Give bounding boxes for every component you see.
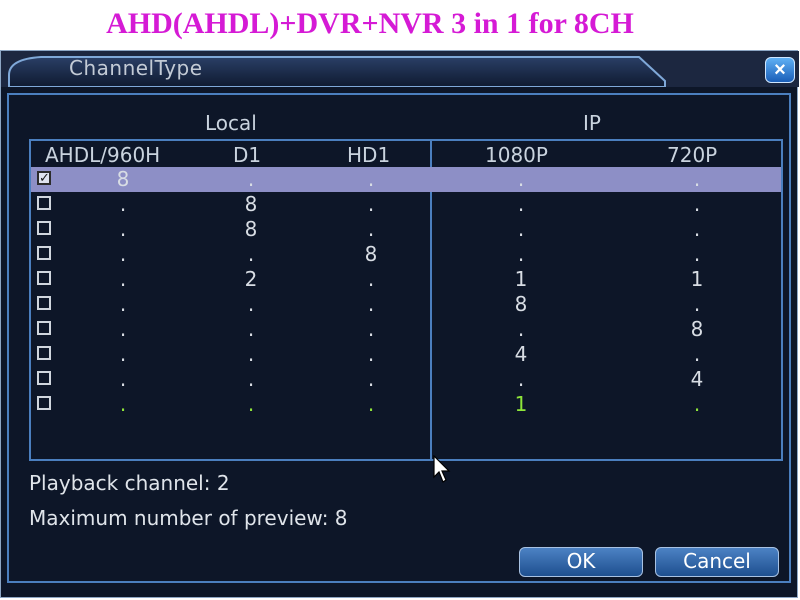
table-cell-1080p: 8 bbox=[514, 292, 528, 316]
table-row[interactable]: . 2. 1 1 bbox=[31, 267, 781, 292]
table-cell-hd1: . bbox=[367, 217, 375, 241]
table-cell-1080p: . bbox=[517, 167, 525, 191]
table-cell-1080p: 4 bbox=[514, 342, 528, 366]
table-cell-ahdl-960h: 8 bbox=[116, 167, 130, 191]
checkbox[interactable] bbox=[37, 396, 51, 410]
table-cell-1080p: 1 bbox=[514, 267, 528, 291]
column-header-hd1: HD1 bbox=[347, 143, 391, 167]
channel-type-dialog: ChannelType × Local IP AHDL/960H D1 HD1 … bbox=[0, 50, 799, 598]
table-cell-720p: . bbox=[693, 392, 701, 416]
promo-banner-title: AHD(AHDL)+DVR+NVR 3 in 1 for 8CH bbox=[0, 0, 770, 48]
checkbox[interactable] bbox=[37, 271, 51, 285]
table-cell-hd1: . bbox=[367, 392, 375, 416]
checkbox[interactable] bbox=[37, 321, 51, 335]
table-cell-1080p: . bbox=[517, 367, 525, 391]
table-cell-hd1: . bbox=[367, 292, 375, 316]
table-cell-d1: 8 bbox=[244, 217, 258, 241]
table-cell-1080p: . bbox=[517, 242, 525, 266]
table-cell-ahdl-960h: . bbox=[119, 317, 127, 341]
table-row[interactable]: .... 8 bbox=[31, 317, 781, 342]
table-cell-hd1: . bbox=[367, 317, 375, 341]
table-cell-ahdl-960h: . bbox=[119, 242, 127, 266]
table-cell-720p: . bbox=[693, 192, 701, 216]
table-cell-ahdl-960h: . bbox=[119, 267, 127, 291]
table-cell-d1: . bbox=[247, 367, 255, 391]
table-row[interactable]: ... 8. bbox=[31, 292, 781, 317]
table-row[interactable]: ... 4. bbox=[31, 342, 781, 367]
table-row[interactable]: .... 4 bbox=[31, 367, 781, 392]
table-cell-ahdl-960h: . bbox=[119, 192, 127, 216]
group-header-local: Local bbox=[205, 111, 257, 135]
table-cell-d1: 2 bbox=[244, 267, 258, 291]
ok-button[interactable]: OK bbox=[519, 547, 643, 577]
column-header-d1: D1 bbox=[233, 143, 262, 167]
checkbox[interactable] bbox=[37, 346, 51, 360]
table-cell-hd1: . bbox=[367, 367, 375, 391]
table-row[interactable]: ✓ 8.... bbox=[31, 167, 781, 192]
checkbox[interactable] bbox=[37, 296, 51, 310]
table-row[interactable]: ... 1. bbox=[31, 392, 781, 417]
table-cell-ahdl-960h: . bbox=[119, 392, 127, 416]
mouse-pointer-icon bbox=[433, 455, 451, 483]
table-cell-1080p: . bbox=[517, 317, 525, 341]
table-cell-720p: 8 bbox=[690, 317, 704, 341]
checkbox-checked[interactable]: ✓ bbox=[37, 171, 51, 185]
table-cell-720p: 1 bbox=[690, 267, 704, 291]
table-cell-720p: . bbox=[693, 242, 701, 266]
table-cell-hd1: . bbox=[367, 342, 375, 366]
table-cell-d1: . bbox=[247, 392, 255, 416]
table-cell-hd1: . bbox=[367, 192, 375, 216]
table-cell-720p: . bbox=[693, 292, 701, 316]
dialog-title-bar: ChannelType × bbox=[1, 51, 799, 87]
table-cell-d1: . bbox=[247, 317, 255, 341]
checkbox[interactable] bbox=[37, 371, 51, 385]
cancel-button[interactable]: Cancel bbox=[655, 547, 779, 577]
table-cell-hd1: 8 bbox=[364, 242, 378, 266]
table-cell-d1: . bbox=[247, 342, 255, 366]
table-row[interactable]: . 8... bbox=[31, 217, 781, 242]
group-header-ip: IP bbox=[583, 111, 601, 135]
table-cell-ahdl-960h: . bbox=[119, 367, 127, 391]
close-button[interactable]: × bbox=[765, 57, 795, 83]
table-cell-ahdl-960h: . bbox=[119, 342, 127, 366]
table-row[interactable]: .. 8.. bbox=[31, 242, 781, 267]
table-cell-1080p: 1 bbox=[514, 392, 528, 416]
table-cell-d1: . bbox=[247, 292, 255, 316]
table-cell-d1: . bbox=[247, 242, 255, 266]
table-cell-ahdl-960h: . bbox=[119, 292, 127, 316]
table-cell-hd1: . bbox=[367, 267, 375, 291]
table-cell-720p: . bbox=[693, 342, 701, 366]
table-cell-1080p: . bbox=[517, 192, 525, 216]
playback-channel-text: Playback channel: 2 bbox=[29, 471, 230, 495]
table-cell-720p: . bbox=[693, 217, 701, 241]
checkbox[interactable] bbox=[37, 196, 51, 210]
max-preview-text: Maximum number of preview: 8 bbox=[29, 506, 348, 530]
column-header-ahdl-960h: AHDL/960H bbox=[45, 143, 161, 167]
dialog-title: ChannelType bbox=[69, 56, 203, 80]
table-cell-720p: 4 bbox=[690, 367, 704, 391]
table-cell-720p: . bbox=[693, 167, 701, 191]
table-cell-hd1: . bbox=[367, 167, 375, 191]
table-cell-d1: . bbox=[247, 167, 255, 191]
column-header-720p: 720P bbox=[667, 143, 718, 167]
checkbox[interactable] bbox=[37, 221, 51, 235]
close-icon: × bbox=[774, 59, 786, 81]
table-cell-d1: 8 bbox=[244, 192, 258, 216]
table-cell-ahdl-960h: . bbox=[119, 217, 127, 241]
table-row[interactable]: . 8... bbox=[31, 192, 781, 217]
column-header-1080p: 1080P bbox=[485, 143, 548, 167]
table-cell-1080p: . bbox=[517, 217, 525, 241]
checkbox[interactable] bbox=[37, 246, 51, 260]
